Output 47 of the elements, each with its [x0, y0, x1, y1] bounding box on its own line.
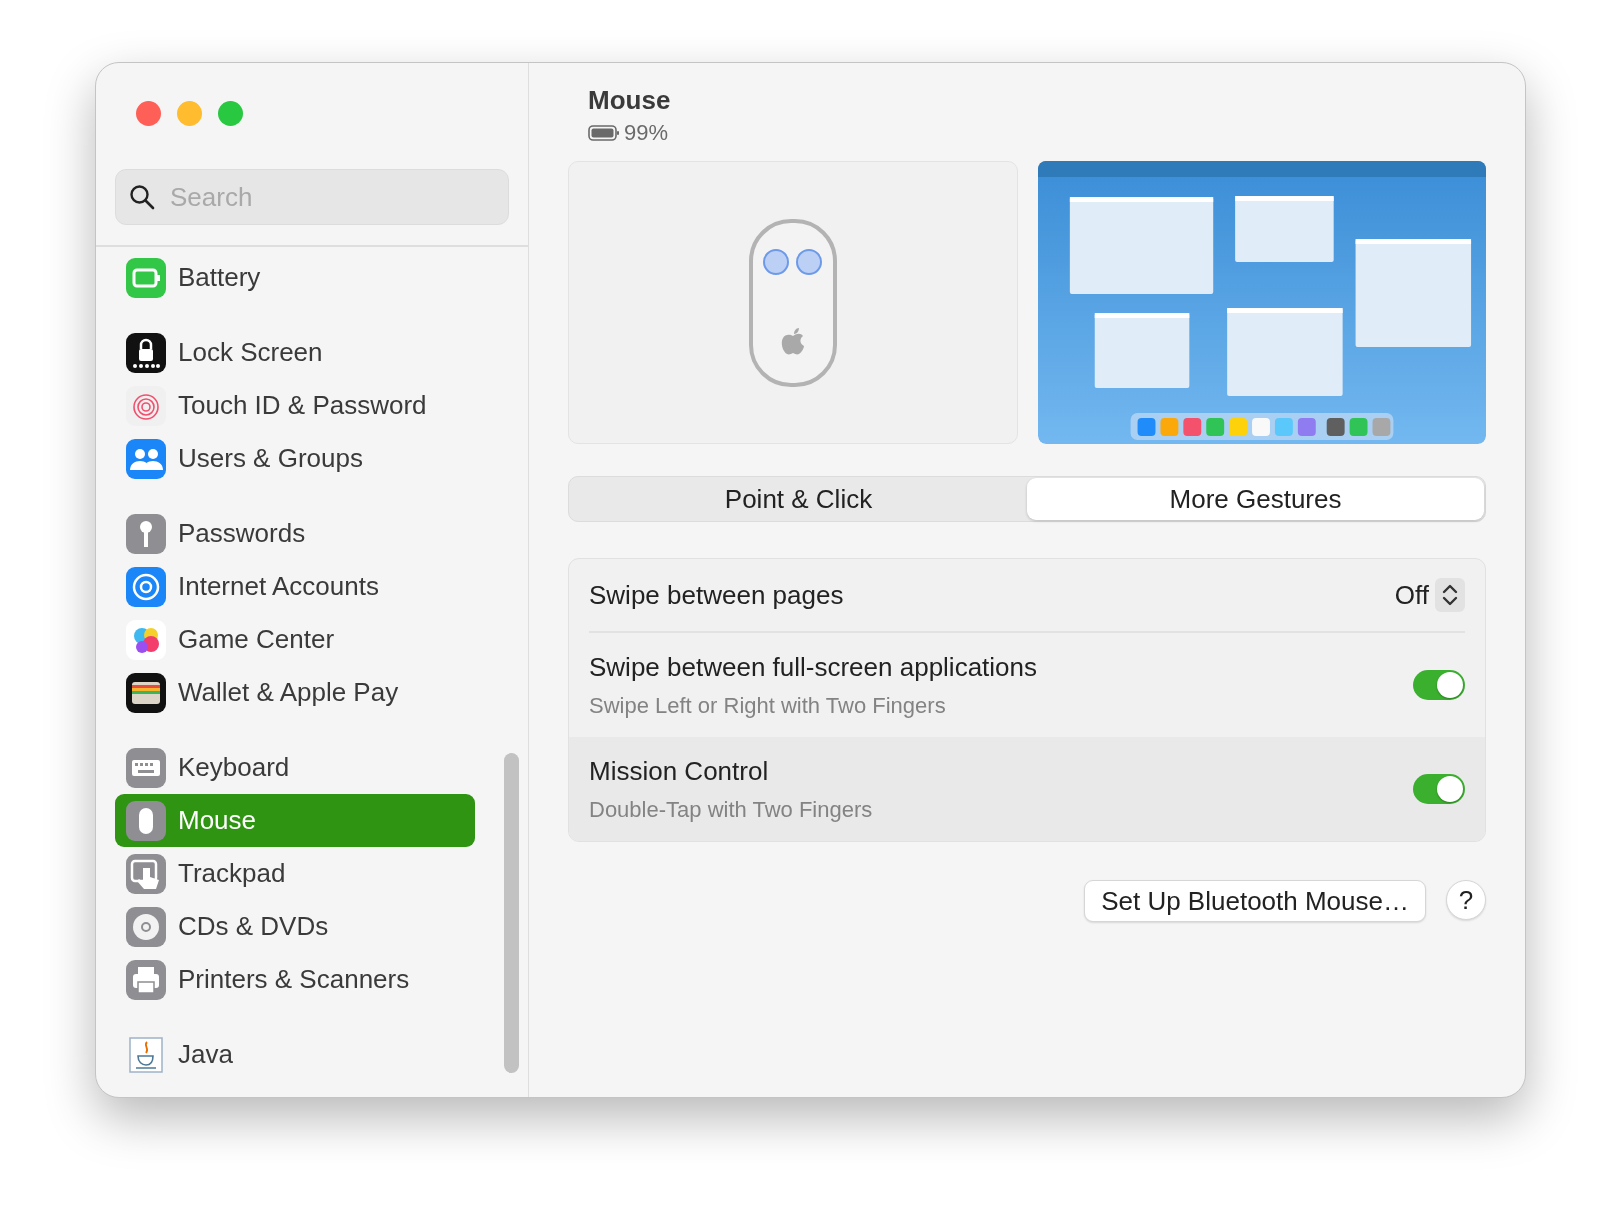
- scrollbar-thumb[interactable]: [504, 753, 519, 1073]
- battery-level: 99%: [624, 119, 669, 148]
- setting-label: Swipe between pages: [589, 578, 844, 612]
- wallet-icon: [126, 672, 166, 713]
- search-field[interactable]: Search: [115, 169, 509, 225]
- sidebar-item[interactable]: Mouse: [115, 794, 475, 847]
- sidebar-item[interactable]: CDs & DVDs: [115, 900, 475, 953]
- sidebar-item[interactable]: Battery: [115, 251, 475, 304]
- sidebar-item[interactable]: Game Center: [115, 613, 475, 666]
- printer-icon: [126, 959, 166, 1000]
- zoom-button[interactable]: [218, 101, 243, 126]
- toggle-switch[interactable]: [1413, 670, 1465, 701]
- device-title: Mouse: [588, 85, 672, 117]
- users-icon: [126, 438, 166, 479]
- mouse-icon: [126, 800, 166, 841]
- popup-button[interactable]: Off: [1394, 575, 1465, 615]
- sidebar-item[interactable]: Keyboard: [115, 741, 475, 794]
- sidebar-item[interactable]: Users & Groups: [115, 432, 475, 485]
- close-button[interactable]: [136, 101, 161, 126]
- minimize-button[interactable]: [177, 101, 202, 126]
- key-icon: [126, 513, 166, 554]
- coffee-cup-icon: [126, 1034, 166, 1075]
- chevron-up-down-icon: [1435, 578, 1465, 613]
- battery-icon: [588, 123, 620, 142]
- setting-description: Double-Tap with Two Fingers: [589, 796, 873, 825]
- setup-button[interactable]: Set Up Bluetooth Mouse…: [1084, 880, 1426, 923]
- sidebar-item[interactable]: Trackpad: [115, 847, 475, 900]
- sidebar-item[interactable]: Lock Screen: [115, 326, 475, 379]
- segment-tab[interactable]: Point & Click: [570, 478, 1027, 521]
- keyboard-icon: [126, 747, 166, 788]
- sidebar-item[interactable]: Java: [115, 1028, 475, 1081]
- search-icon: [129, 184, 155, 210]
- setting-description: Swipe Left or Right with Two Fingers: [589, 692, 947, 721]
- toggle-switch[interactable]: [1413, 774, 1465, 805]
- segment-tab[interactable]: More Gestures: [1027, 478, 1484, 521]
- lock-icon: [126, 332, 166, 373]
- battery-icon: [126, 257, 166, 298]
- sidebar-item[interactable]: Printers & Scanners: [115, 953, 475, 1006]
- sidebar-item[interactable]: Internet Accounts: [115, 560, 475, 613]
- help-button[interactable]: ?: [1446, 880, 1486, 921]
- sidebar-item[interactable]: Wallet & Apple Pay: [115, 666, 475, 719]
- sidebar-item[interactable]: Touch ID & Password: [115, 379, 475, 432]
- bubbles-icon: [126, 619, 166, 660]
- setting-label: Mission Control: [589, 755, 770, 789]
- sidebar-item[interactable]: Passwords: [115, 507, 475, 560]
- setting-label: Swipe between full-screen applications: [589, 651, 1038, 685]
- hand-pointer-icon: [126, 853, 166, 894]
